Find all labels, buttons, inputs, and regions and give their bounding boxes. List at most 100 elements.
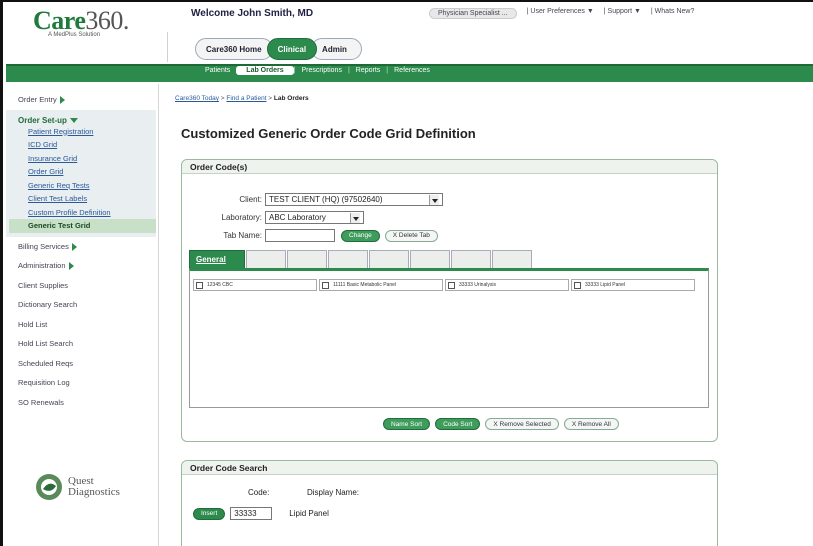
sidebar-link-order-grid[interactable]: Order Grid <box>6 165 156 179</box>
logo-number: 360. <box>85 6 129 35</box>
order-codes-heading: Order Code(s) <box>182 160 717 174</box>
laboratory-select[interactable]: ABC Laboratory <box>265 211 364 224</box>
breadcrumb: Care360 Today > Find a Patient > Lab Ord… <box>175 95 309 102</box>
tab-empty[interactable] <box>492 250 532 268</box>
logo-word: Care <box>33 6 86 35</box>
sidebar-link-insurance-grid[interactable]: Insurance Grid <box>6 152 156 166</box>
tab-care360-home[interactable]: Care360 Home <box>195 38 273 60</box>
checkbox[interactable] <box>196 281 203 289</box>
top-nav: Physician Specialist ... | User Preferen… <box>429 8 694 19</box>
display-name-value: Lipid Panel <box>289 509 329 518</box>
subnav-reports[interactable]: Reports <box>350 67 387 74</box>
sidebar-link-generic-test-grid[interactable]: Generic Test Grid <box>9 219 156 233</box>
code-sort-button[interactable]: Code Sort <box>435 418 481 430</box>
page-title: Customized Generic Order Code Grid Defin… <box>181 126 476 141</box>
chevron-down-icon <box>429 194 439 205</box>
checkbox[interactable] <box>448 281 455 289</box>
code-label: Code: <box>248 488 270 497</box>
tab-empty[interactable] <box>246 250 286 268</box>
tab-empty[interactable] <box>369 250 409 268</box>
order-code-search-panel: Order Code Search <box>181 460 718 546</box>
grid-cell-label: 11111 Basic Metabolic Panel <box>333 282 397 288</box>
quest-diagnostics-logo: Quest Diagnostics <box>34 472 120 502</box>
name-sort-button[interactable]: Name Sort <box>383 418 431 430</box>
sidebar-hold-list-search[interactable]: Hold List Search <box>6 334 156 354</box>
remove-selected-button[interactable]: X Remove Selected <box>485 418 559 430</box>
change-button[interactable]: Change <box>341 229 380 242</box>
code-input[interactable]: 33333 <box>230 507 273 520</box>
sidebar-item-label: Billing Services <box>18 241 69 251</box>
order-code-search-heading: Order Code Search <box>182 461 717 475</box>
sidebar-link-generic-req-tests[interactable]: Generic Req Tests <box>6 179 156 193</box>
whats-new-link[interactable]: | Whats New? <box>651 8 694 19</box>
breadcrumb-separator: > <box>266 95 274 102</box>
sidebar-administration[interactable]: Administration <box>6 256 156 276</box>
sidebar-client-supplies[interactable]: Client Supplies <box>6 276 156 296</box>
sidebar-section-label: Order Set-up <box>18 115 67 125</box>
sidebar-link-custom-profile-definition[interactable]: Custom Profile Definition <box>6 206 156 220</box>
laboratory-label: Laboratory: <box>221 213 262 222</box>
support-menu[interactable]: | Support ▼ <box>604 8 641 19</box>
sidebar-link-client-test-labels[interactable]: Client Test Labels <box>6 192 156 206</box>
breadcrumb-find-patient-link[interactable]: Find a Patient <box>226 95 266 102</box>
chevron-down-icon <box>350 212 360 223</box>
grid-tab-strip: General <box>189 250 533 268</box>
expand-arrow-icon <box>59 96 65 105</box>
tab-name-input[interactable] <box>265 229 335 242</box>
user-preferences-menu[interactable]: | User Preferences ▼ <box>527 8 594 19</box>
client-select[interactable]: TEST CLIENT (HQ) (97502640) <box>265 193 443 206</box>
checkbox[interactable] <box>322 281 329 289</box>
role-selector[interactable]: Physician Specialist ... <box>429 8 517 19</box>
header-divider <box>167 32 168 62</box>
sidebar-item-label: Order Entry <box>18 95 57 104</box>
display-name-label: Display Name: <box>307 488 360 497</box>
remove-all-button[interactable]: X Remove All <box>563 418 619 430</box>
subnav-patients[interactable]: Patients <box>199 67 236 74</box>
sidebar-dictionary-search[interactable]: Dictionary Search <box>6 295 156 315</box>
expand-arrow-icon <box>68 262 74 271</box>
tab-empty[interactable] <box>410 250 450 268</box>
care360-logo[interactable]: Care360. <box>33 6 163 44</box>
quest-word-2: Diagnostics <box>68 486 120 498</box>
sidebar: Order Entry Order Set-up Patient Registr… <box>6 84 156 546</box>
tab-empty[interactable] <box>451 250 491 268</box>
sidebar-link-icd-grid[interactable]: ICD Grid <box>6 138 156 152</box>
collapse-arrow-icon <box>69 117 78 123</box>
breadcrumb-home-link[interactable]: Care360 Today <box>175 95 219 102</box>
sidebar-hold-list[interactable]: Hold List <box>6 315 156 335</box>
grid-cell[interactable]: 33333 Urinalysis <box>445 279 569 291</box>
tab-general[interactable]: General <box>189 250 245 268</box>
app-window: Care360. A MedPlus Solution Welcome John… <box>0 0 813 546</box>
sidebar-link-patient-registration[interactable]: Patient Registration <box>6 125 156 139</box>
insert-button[interactable]: Insert <box>193 507 226 520</box>
checkbox[interactable] <box>574 281 581 289</box>
grid-cell[interactable]: 33333 Lipid Panel <box>571 279 695 291</box>
tab-clinical[interactable]: Clinical <box>266 38 318 60</box>
laboratory-select-value: ABC Laboratory <box>269 213 326 222</box>
sidebar-divider <box>158 84 159 546</box>
tab-admin[interactable]: Admin <box>311 38 362 60</box>
grid-cell[interactable]: 12345 CBC <box>193 279 317 291</box>
subnav-references[interactable]: References <box>388 67 436 74</box>
grid-cell-label: 12345 CBC <box>207 282 233 288</box>
sidebar-so-renewals[interactable]: SO Renewals <box>6 393 156 413</box>
sidebar-billing-services[interactable]: Billing Services <box>6 237 156 257</box>
main-tabs: Care360 Home Clinical Admin <box>195 38 362 60</box>
sidebar-order-setup-group: Order Set-up Patient Registration ICD Gr… <box>6 109 156 237</box>
tab-name-label: Tab Name: <box>223 231 262 240</box>
delete-tab-button[interactable]: X Delete Tab <box>384 229 438 242</box>
sidebar-scheduled-reqs[interactable]: Scheduled Reqs <box>6 354 156 374</box>
grid-cell-label: 33333 Urinalysis <box>459 282 496 288</box>
tab-empty[interactable] <box>287 250 327 268</box>
subnav-lab-orders[interactable]: Lab Orders <box>236 66 294 75</box>
sidebar-order-setup[interactable]: Order Set-up <box>6 114 156 125</box>
sidebar-requisition-log[interactable]: Requisition Log <box>6 373 156 393</box>
grid-cell-label: 33333 Lipid Panel <box>585 282 626 288</box>
order-code-grid: 12345 CBC 11111 Basic Metabolic Panel 33… <box>189 268 709 408</box>
grid-cell[interactable]: 11111 Basic Metabolic Panel <box>319 279 443 291</box>
expand-arrow-icon <box>71 242 77 251</box>
client-select-value: TEST CLIENT (HQ) (97502640) <box>269 195 383 204</box>
tab-empty[interactable] <box>328 250 368 268</box>
sidebar-order-entry[interactable]: Order Entry <box>6 90 156 110</box>
subnav-prescriptions[interactable]: Prescriptions <box>295 67 347 74</box>
